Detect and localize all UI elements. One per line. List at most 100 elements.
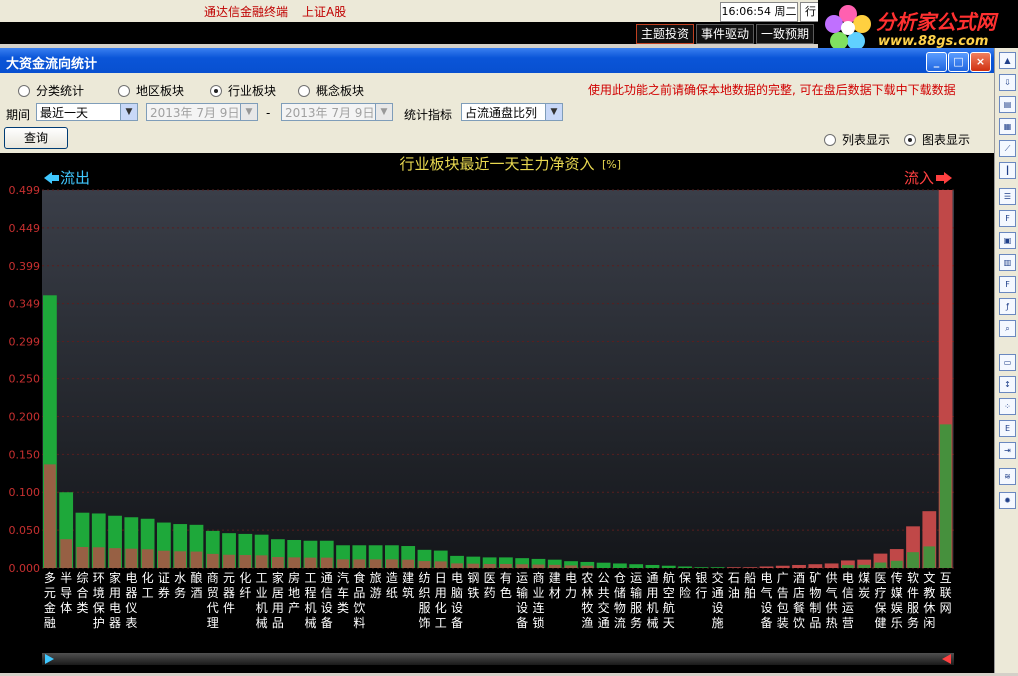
bar	[678, 566, 692, 568]
bar-inner-segment	[842, 565, 854, 568]
x-tick-label-char: 有	[500, 571, 512, 585]
x-tick-label-char: 告	[777, 586, 789, 600]
radio-region-sector[interactable]: 地区板块	[118, 82, 184, 99]
etf-icon[interactable]: E	[999, 420, 1016, 437]
x-tick-label-char: 供	[826, 571, 838, 585]
x-tick-label-char: 储	[614, 585, 626, 600]
x-tick-label-char: 航	[663, 600, 675, 615]
close-button[interactable]: ×	[970, 52, 991, 72]
x-tick-label-char: 件	[907, 586, 919, 600]
radio-list-view[interactable]: 列表显示	[824, 131, 890, 148]
x-tick-label-char: 施	[712, 616, 724, 630]
logo-url[interactable]: www.88gs.com	[878, 34, 988, 49]
radio-dot	[118, 84, 130, 97]
x-tick-label-char: 保	[679, 571, 691, 585]
market-label[interactable]: 上证A股	[302, 3, 346, 20]
candle-icon[interactable]: ┃	[999, 162, 1016, 179]
x-tick-label-char: 纸	[386, 586, 398, 600]
x-tick-label-char: 用	[435, 586, 447, 600]
f12-icon[interactable]: F	[999, 276, 1016, 293]
line-chart-icon[interactable]: ⟋	[999, 140, 1016, 157]
x-tick-label-char: 林	[581, 586, 593, 600]
folder-icon[interactable]: ▭	[999, 354, 1016, 371]
bar-inner-segment	[548, 564, 561, 568]
window-title-bar[interactable]: 大资金流向统计 _ □ ×	[0, 48, 994, 73]
radio-dot	[18, 84, 30, 97]
stack-icon[interactable]: ≋	[999, 468, 1016, 485]
radio-concept-sector[interactable]: 概念板块	[298, 82, 364, 99]
x-tick-label-char: 设	[321, 601, 333, 615]
y-tick-label: 0.299	[9, 336, 41, 349]
x-tick-label-char: 用	[646, 586, 658, 600]
tab-event-driven[interactable]: 事件驱动	[696, 24, 755, 44]
bar-inner-segment	[874, 562, 887, 568]
radio-industry-sector[interactable]: 行业板块	[210, 82, 276, 99]
bar-inner-segment	[174, 551, 187, 568]
x-tick-label-char: 金	[44, 600, 56, 615]
bar	[759, 566, 774, 568]
x-tick-label-char: 舶	[744, 585, 756, 600]
tab-theme-invest[interactable]: 主题投资	[636, 24, 695, 44]
x-tick-label-char: 品	[353, 586, 365, 600]
x-tick-label-char: 包	[777, 601, 789, 615]
x-tick-label-char: 服	[907, 601, 919, 615]
quote-icon[interactable]: ▤	[999, 96, 1016, 113]
tab-consensus[interactable]: 一致预期	[756, 24, 815, 44]
search-icon[interactable]: ⌕	[999, 320, 1016, 337]
doc-icon[interactable]: ▣	[999, 232, 1016, 249]
x-tick-label-char: 空	[663, 586, 675, 600]
x-tick-label-char: 械	[256, 615, 268, 630]
y-tick-label: 0.399	[9, 260, 41, 273]
x-tick-label-char: 共	[598, 586, 610, 600]
bar-inner-segment	[907, 552, 919, 568]
horizontal-scrollbar[interactable]	[42, 653, 954, 665]
maximize-button[interactable]: □	[948, 52, 969, 72]
notes-icon[interactable]: ▥	[999, 254, 1016, 271]
bar	[629, 564, 644, 568]
scroll-up-icon[interactable]: ▲	[999, 52, 1016, 69]
x-tick-label-char: 品	[272, 616, 284, 630]
bar-inner-segment	[44, 464, 56, 568]
bar	[808, 564, 823, 568]
bar-inner-segment	[288, 557, 301, 568]
f10-icon[interactable]: F	[999, 210, 1016, 227]
bar-inner-segment	[516, 564, 529, 568]
sort-icon[interactable]: ↕	[999, 376, 1016, 393]
period-label: 期间	[6, 108, 31, 122]
grid-icon[interactable]: ⁘	[999, 398, 1016, 415]
app-name: 通达信金融终端	[204, 5, 289, 19]
formula-icon[interactable]: ƒ	[999, 298, 1016, 315]
x-tick-label-char: 理	[207, 616, 219, 630]
list-icon[interactable]: ☰	[999, 188, 1016, 205]
radio-category-stats[interactable]: 分类统计	[18, 82, 84, 99]
x-tick-label-char: 房	[288, 570, 300, 585]
period-select[interactable]: 最近一天 ▼	[36, 103, 138, 121]
x-tick-label-char: 通	[321, 571, 333, 585]
x-tick-label-char: 渔	[581, 616, 593, 630]
bar	[613, 563, 627, 568]
right-arrow-shaft	[936, 175, 944, 181]
date-separator: -	[266, 106, 271, 120]
x-tick-label-char: 油	[728, 586, 740, 600]
minimize-button[interactable]: _	[926, 52, 947, 72]
metric-select[interactable]: 占流通盘比列 ▼	[461, 103, 563, 121]
y-tick-label: 0.449	[9, 222, 41, 235]
x-tick-label-char: 店	[793, 586, 805, 600]
x-tick-label-char: 产	[288, 601, 300, 615]
x-tick-label-char: 元	[44, 586, 56, 600]
chevron-down-icon[interactable]: ▼	[545, 104, 562, 120]
bar-inner-segment	[206, 553, 219, 568]
gear-icon[interactable]: ✹	[999, 492, 1016, 509]
radio-chart-view[interactable]: 图表显示	[904, 131, 970, 148]
x-tick-label-char: 类	[337, 601, 349, 615]
bar-inner-segment	[369, 559, 382, 568]
export-icon[interactable]: ⇥	[999, 442, 1016, 459]
bar-inner-segment	[60, 539, 73, 568]
query-button[interactable]: 查询	[4, 127, 68, 149]
scroll-down-icon[interactable]: ⇩	[999, 74, 1016, 91]
x-tick-label-char: 营	[842, 616, 854, 630]
chevron-down-icon[interactable]: ▼	[120, 104, 137, 120]
x-tick-label-char: 器	[125, 586, 137, 600]
bar-inner-segment	[92, 547, 105, 568]
table-icon[interactable]: ▦	[999, 118, 1016, 135]
